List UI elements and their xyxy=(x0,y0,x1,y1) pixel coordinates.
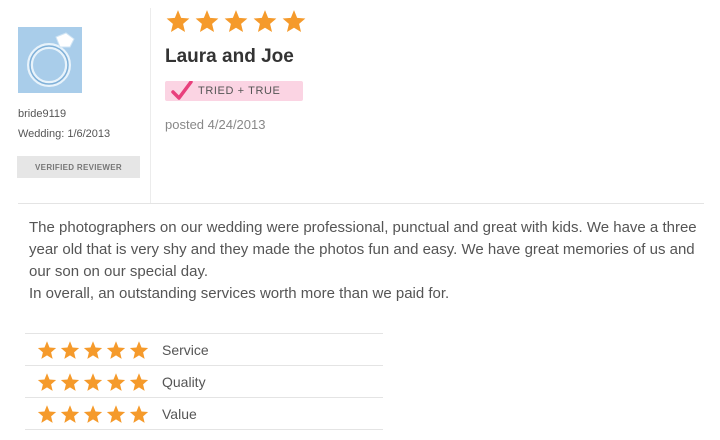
star-icon xyxy=(224,10,248,33)
star-icon xyxy=(195,10,219,33)
posted-date: posted 4/24/2013 xyxy=(165,117,266,132)
star-icon xyxy=(37,372,57,391)
checkmark-icon xyxy=(171,81,193,100)
rating-row-value: Value xyxy=(25,397,383,430)
star-icon xyxy=(37,404,57,423)
review-title: Laura and Joe xyxy=(165,46,294,67)
vertical-divider xyxy=(150,8,151,203)
rating-label: Value xyxy=(162,405,197,422)
rating-row-quality: Quality xyxy=(25,365,383,397)
quality-stars xyxy=(36,372,150,392)
star-icon xyxy=(253,10,277,33)
value-stars xyxy=(36,404,150,424)
star-icon xyxy=(83,340,103,359)
star-icon xyxy=(129,372,149,391)
service-stars xyxy=(36,340,150,360)
star-icon xyxy=(60,340,80,359)
verified-reviewer-badge: VERIFIED REVIEWER xyxy=(17,156,140,178)
star-icon xyxy=(282,10,306,33)
rating-row-service: Service xyxy=(25,333,383,365)
star-icon xyxy=(106,340,126,359)
star-icon xyxy=(129,340,149,359)
star-icon xyxy=(106,404,126,423)
horizontal-divider xyxy=(18,203,704,204)
tried-true-label: TRIED + TRUE xyxy=(198,85,281,97)
review-paragraph: The photographers on our wedding were pr… xyxy=(29,219,697,280)
star-icon xyxy=(129,404,149,423)
ring-icon xyxy=(18,27,82,93)
reviewer-name: bride9119 xyxy=(18,108,67,120)
star-icon xyxy=(60,404,80,423)
star-icon xyxy=(60,372,80,391)
star-icon xyxy=(37,340,57,359)
tried-true-badge: TRIED + TRUE xyxy=(165,81,303,101)
rating-label: Quality xyxy=(162,373,206,390)
wedding-date: Wedding: 1/6/2013 xyxy=(18,128,111,140)
review-body: The photographers on our wedding were pr… xyxy=(29,217,704,305)
category-ratings: Service Quality Value xyxy=(25,333,383,430)
star-icon xyxy=(166,10,190,33)
star-icon xyxy=(83,404,103,423)
overall-rating-stars xyxy=(165,8,307,34)
rating-label: Service xyxy=(162,341,209,358)
star-icon xyxy=(83,372,103,391)
star-icon xyxy=(106,372,126,391)
review-paragraph: In overall, an outstanding services wort… xyxy=(29,285,450,302)
avatar xyxy=(18,27,82,93)
